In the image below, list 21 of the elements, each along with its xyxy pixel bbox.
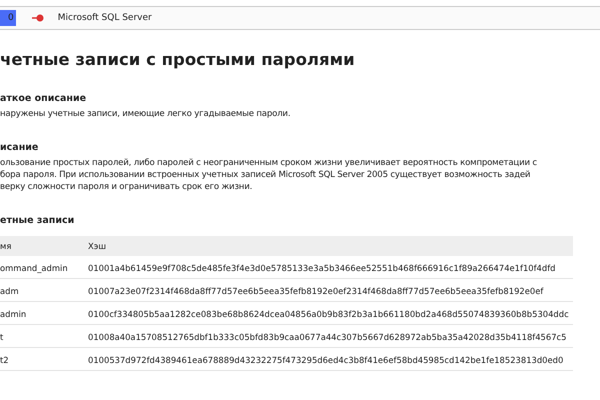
section-heading: исание	[0, 142, 40, 153]
page-title: четные записи с простыми паролями	[0, 50, 356, 69]
table-cell: t2	[0, 350, 78, 371]
table-cell: admin	[0, 304, 78, 325]
column-header: Хэш	[78, 236, 573, 256]
table-cell: t	[0, 327, 78, 348]
section-text: ользование простых паролей, либо паролей с неограниченным сроком жизни увеличивает вероятность компрометации с бора пароля. При использовании встроенных учетных записей Microsoft SQL Server 2005 существует возможность задей верку сложности пароля и ограничивать срок его жизни.	[0, 157, 538, 193]
table-cell: ommand_admin	[0, 258, 78, 279]
table-cell: 01007a23e07f2314f468da8ff77d57ee6b5eea35fefb8192e0ef2314f468da8ff77d57ee6b5eea35fefb8192e0ef	[78, 281, 573, 302]
pin-icon	[32, 14, 44, 22]
table-cell: 0100cf334805b5aa1282ce083be68b8624dcea04856a0b9b83f2b3a1b661180bd2a468d55074839360b8b5304ddc	[78, 304, 573, 325]
tab-label[interactable]: 0	[0, 10, 16, 26]
server-name: Microsoft SQL Server	[58, 13, 152, 23]
section-text: наружены учетные записи, имеющие легко угадываемые пароли.	[0, 108, 292, 120]
column-header: мя	[0, 236, 78, 256]
section-heading: етные записи	[0, 215, 76, 226]
table-cell: 0100537d972fd4389461ea678889d43232275f473295d6ed4c3b8f41e6ef58bd45985cd142be1fe18523813d0ed0	[78, 350, 573, 371]
table-cell: 01001a4b61459e9f708c5de485fe3f4e3d0e5785133e3a5b3466ee52551b468f666916c1f89a266474e1f10f4dfd	[78, 258, 573, 279]
table-cell: 01008a40a15708512765dbf1b333c05bfd83b9caa0677a44c307b5667d628972ab5ba35a42028d35b4118f4567c5	[78, 327, 573, 348]
table-cell: adm	[0, 281, 78, 302]
section-heading: аткое описание	[0, 93, 88, 104]
